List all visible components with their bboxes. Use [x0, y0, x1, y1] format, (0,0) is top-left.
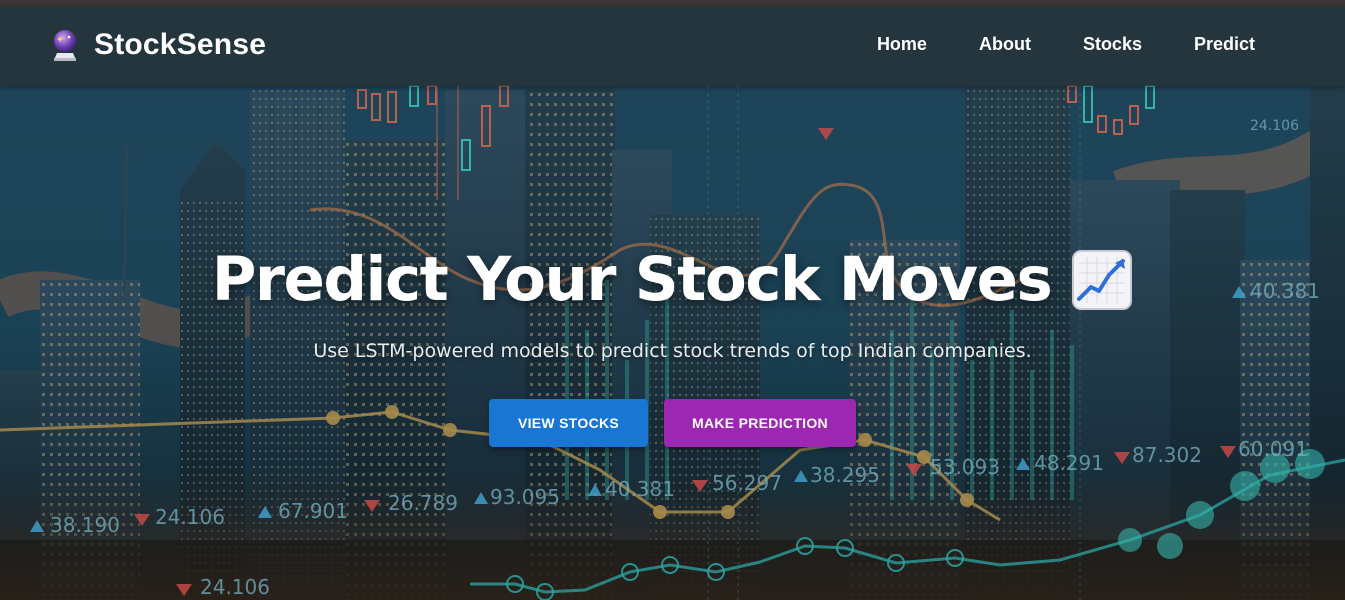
hero-title: Predict Your Stock Moves: [0, 244, 1345, 315]
nav-link-about[interactable]: About: [979, 34, 1031, 55]
hero-section: 38.190 24.106 67.901 26.789 93.095 40.38…: [0, 0, 1345, 600]
nav-link-predict[interactable]: Predict: [1194, 34, 1255, 55]
chart-increasing-icon: [1072, 249, 1133, 310]
hero-subtitle: Use LSTM-powered models to predict stock…: [313, 340, 1032, 362]
nav-link-home[interactable]: Home: [877, 34, 927, 55]
view-stocks-button[interactable]: VIEW STOCKS: [489, 399, 648, 447]
brand-name: StockSense: [94, 28, 267, 61]
navbar: StockSense Home About Stocks Predict: [0, 6, 1345, 86]
crystal-ball-icon: [54, 30, 76, 61]
hero-title-text: Predict Your Stock Moves: [211, 244, 1053, 315]
make-prediction-button[interactable]: MAKE PREDICTION: [664, 399, 856, 447]
nav-links: Home About Stocks Predict: [825, 34, 1255, 55]
hero-actions: VIEW STOCKS MAKE PREDICTION: [489, 399, 856, 447]
nav-link-stocks[interactable]: Stocks: [1083, 34, 1142, 55]
brand[interactable]: StockSense: [50, 28, 266, 62]
